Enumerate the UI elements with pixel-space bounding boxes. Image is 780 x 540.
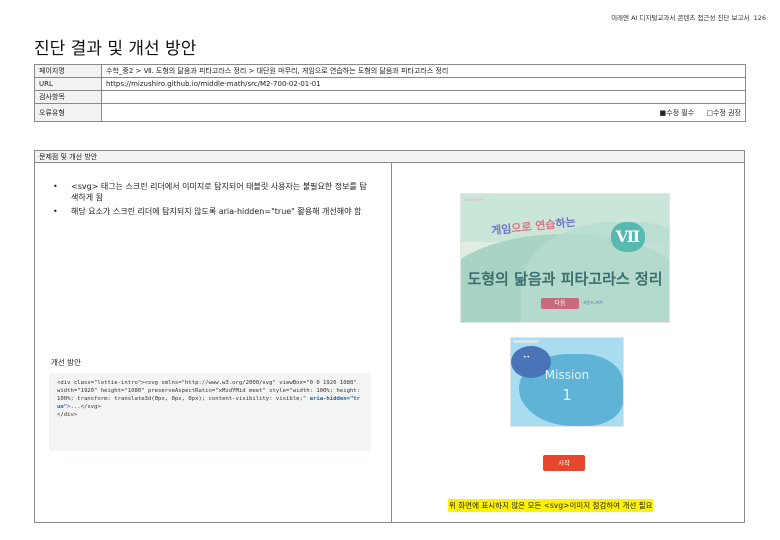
checkbox-required[interactable]: ■수정 필수	[660, 109, 695, 117]
problem-left-column: • <svg> 태그는 스크린 리더에서 이미지로 탐지되어 태블릿 사용자는 불…	[35, 163, 392, 522]
page-title: 진단 결과 및 개선 방안	[34, 39, 197, 59]
report-header-text: 미래엔 AI 디지털교과서 콘텐츠 접근성 진단 보고서	[611, 14, 750, 22]
report-header: 미래엔 AI 디지털교과서 콘텐츠 접근성 진단 보고서 126	[611, 12, 766, 22]
chapter-badge: Ⅶ	[611, 222, 645, 252]
list-item: • <svg> 태그는 스크린 리더에서 이미지로 탐지되어 태블릿 사용자는 불…	[53, 181, 373, 203]
checkbox-recommended[interactable]: □수정 권장	[706, 109, 741, 117]
game-title-part: 연습	[534, 217, 557, 233]
problem-heading: 문제점 및 개선 방안	[35, 151, 744, 163]
next-button[interactable]: 다음	[541, 298, 579, 309]
label-url: URL	[34, 77, 102, 91]
highlight-note: 위 화면에 표시하지 않은 모든 <svg>이미지 점검하여 개선 필요	[448, 499, 654, 512]
label-check-item: 검사항목	[34, 90, 102, 104]
sound-toggle[interactable]: 사운드 켜기	[583, 300, 603, 306]
screenshot-topbar	[465, 198, 483, 201]
problem-section: 문제점 및 개선 방안 • <svg> 태그는 스크린 리더에서 이미지로 탐지되…	[34, 150, 745, 523]
problem-right-column: 게임으로 연습하는 Ⅶ 도형의 닮음과 피타고라스 정리 다음 사운드 켜기 •…	[392, 163, 744, 522]
problem-bullets: • <svg> 태그는 스크린 리더에서 이미지로 탐지되어 태블릿 사용자는 불…	[53, 181, 373, 220]
mission-label: Mission	[544, 368, 590, 382]
value-url[interactable]: https://mizushiro.github.io/middle-math/…	[101, 77, 746, 91]
code-sample: <div class="lottie-intro"><svg xmlns="ht…	[49, 373, 371, 451]
game-intro-screenshot: 게임으로 연습하는 Ⅶ 도형의 닮음과 피타고라스 정리 다음 사운드 켜기	[460, 193, 670, 323]
table-row: 페이지명 수학_중2 > Ⅶ. 도형의 닮음과 피타고라스 정리 > 대단원 마…	[34, 64, 746, 78]
bullet-text: 해당 요소가 스크린 리더에 탐지되지 않도록 aria-hidden="tru…	[71, 207, 362, 216]
game-title-part: 으로	[510, 219, 537, 236]
value-page-name: 수학_중2 > Ⅶ. 도형의 닮음과 피타고라스 정리 > 대단원 마무리, 게…	[101, 64, 746, 78]
character-eyes-icon: ••	[523, 354, 531, 361]
table-row: 검사항목	[34, 90, 746, 104]
page-number: 126	[753, 14, 766, 22]
value-check-item	[101, 90, 746, 104]
bullet-icon: •	[53, 182, 58, 191]
table-row: URL https://mizushiro.github.io/middle-m…	[34, 77, 746, 91]
bullet-icon: •	[53, 207, 58, 216]
bullet-text: <svg> 태그는 스크린 리더에서 이미지로 탐지되어 태블릿 사용자는 불필…	[71, 182, 367, 202]
start-button[interactable]: 시작	[543, 455, 585, 471]
list-item: • 해당 요소가 스크린 리더에 탐지되지 않도록 aria-hidden="tr…	[53, 206, 373, 217]
game-subtitle: 도형의 닮음과 피타고라스 정리	[467, 270, 663, 288]
label-error-type: 오류유형	[34, 103, 102, 122]
error-type-checkboxes: ■수정 필수 □수정 권장	[650, 108, 741, 118]
label-page-name: 페이지명	[34, 64, 102, 78]
table-row: 오류유형 ■수정 필수 □수정 권장	[34, 103, 746, 122]
fix-label: 개선 방안	[51, 358, 81, 367]
game-title-part: 게임	[490, 222, 513, 238]
game-title-part: 하는	[554, 215, 577, 231]
mission-screenshot: •• Mission 1	[510, 337, 624, 427]
mission-number: 1	[562, 386, 572, 404]
value-error-type: ■수정 필수 □수정 권장	[101, 103, 746, 122]
info-table: 페이지명 수학_중2 > Ⅶ. 도형의 닮음과 피타고라스 정리 > 대단원 마…	[34, 64, 746, 122]
screenshot-topbar	[513, 340, 539, 343]
